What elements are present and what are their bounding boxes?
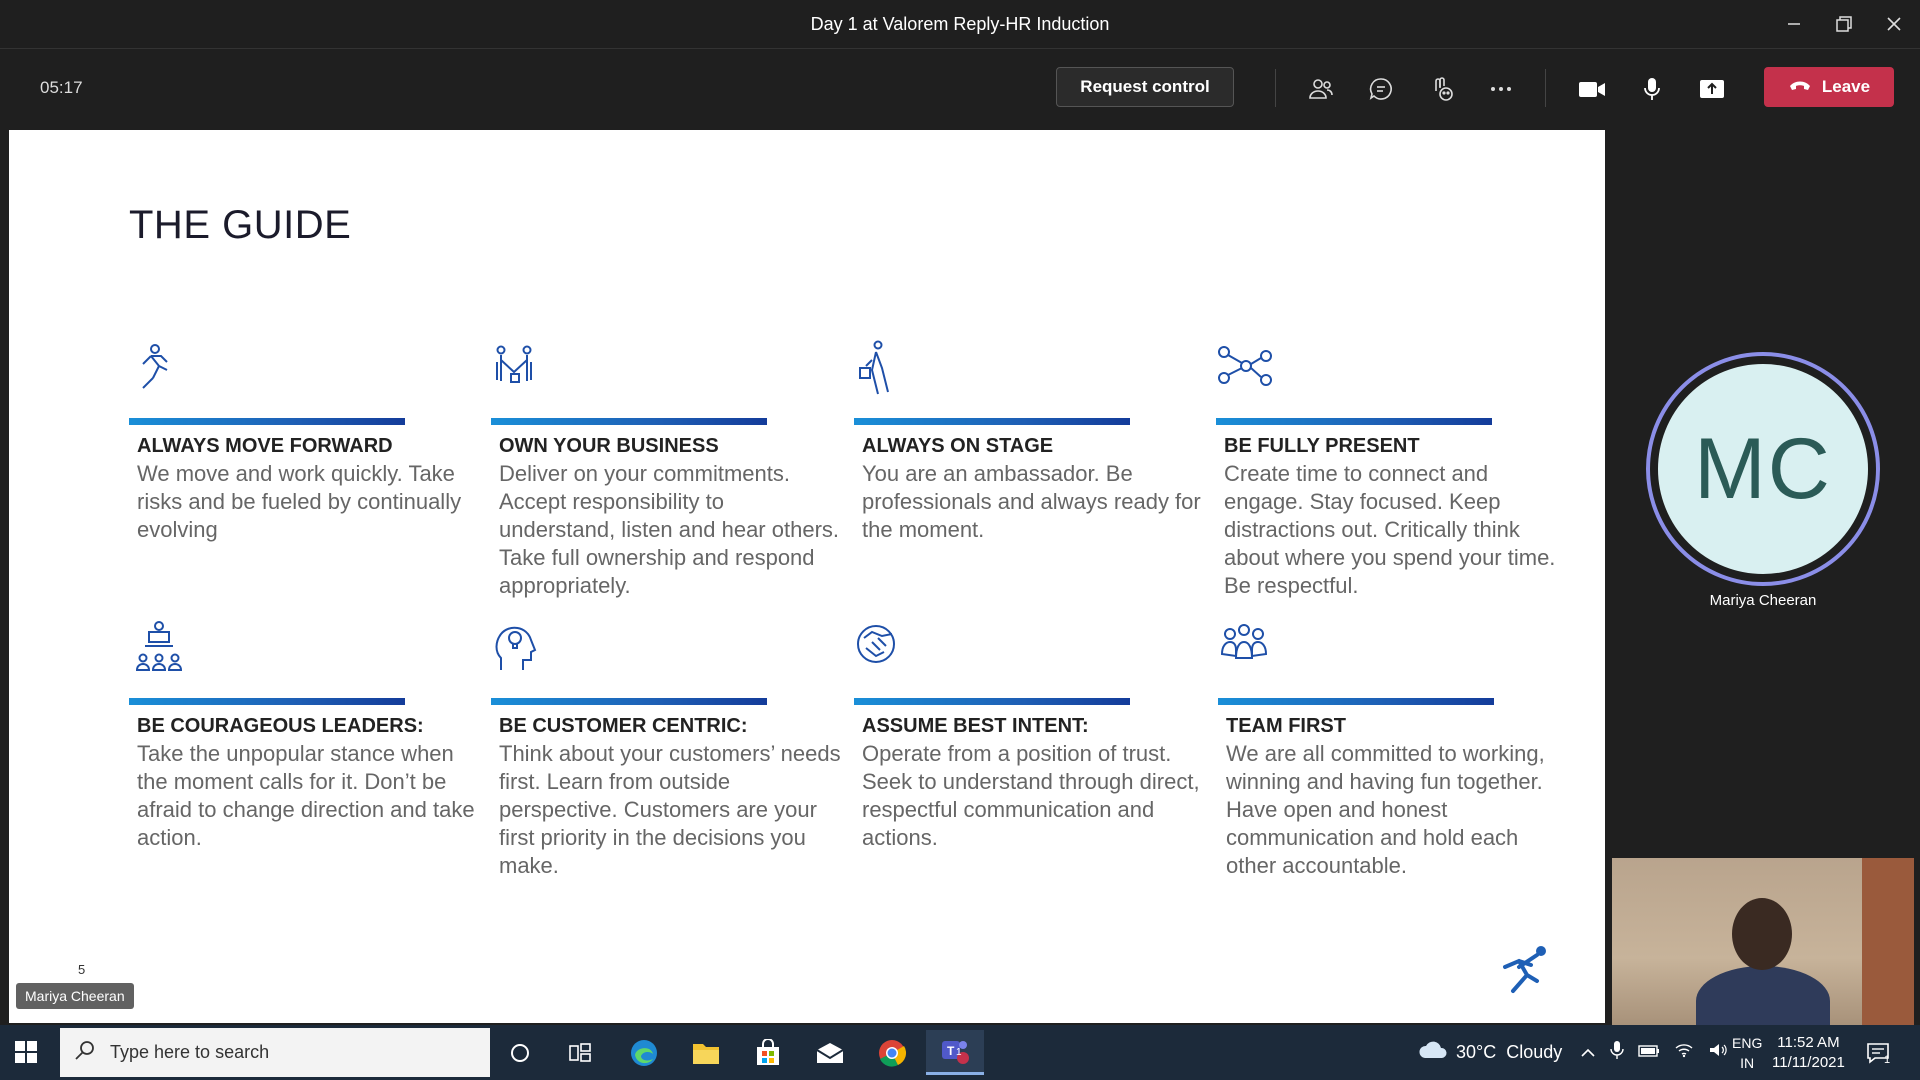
weather-widget[interactable]: 30°C Cloudy: [1418, 1025, 1562, 1080]
card-heading: TEAM FIRST: [1226, 715, 1346, 737]
video-background: [1862, 858, 1914, 1025]
meeting-toolbar: 05:17 Request control Leave: [0, 48, 1920, 128]
team-group-icon: [1218, 620, 1274, 676]
title-bar: Day 1 at Valorem Reply-HR Induction: [0, 0, 1920, 48]
accent-bar: [1216, 418, 1492, 425]
card-heading: ASSUME BEST INTENT:: [862, 715, 1089, 737]
close-icon[interactable]: [1874, 8, 1914, 40]
card-heading: ALWAYS MOVE FORWARD: [137, 435, 393, 457]
accent-bar: [854, 418, 1130, 425]
leader-team-icon: [129, 620, 185, 676]
search-icon: [74, 1039, 96, 1066]
accent-bar: [129, 418, 405, 425]
slide-title: THE GUIDE: [129, 203, 352, 247]
battery-icon[interactable]: [1638, 1042, 1660, 1063]
camera-icon[interactable]: [1574, 71, 1610, 107]
runner-icon: [129, 340, 185, 396]
accent-bar: [491, 418, 767, 425]
mic-tray-icon[interactable]: [1610, 1040, 1624, 1065]
edge-browser-icon[interactable]: [620, 1030, 668, 1075]
people-icon[interactable]: [1303, 71, 1339, 107]
leave-button[interactable]: Leave: [1764, 67, 1894, 107]
card-body: Deliver on your commitments. Accept resp…: [499, 461, 840, 598]
minimize-icon[interactable]: [1774, 8, 1814, 40]
windows-start-icon[interactable]: [14, 1040, 38, 1064]
card-body: Think about your customers’ needs first.…: [499, 741, 841, 878]
cortana-icon[interactable]: [496, 1030, 544, 1075]
self-video-tile[interactable]: [1612, 858, 1914, 1025]
wifi-icon[interactable]: [1674, 1042, 1694, 1063]
notification-center-icon[interactable]: 1: [1866, 1025, 1890, 1080]
card-body: We move and work quickly. Take risks and…: [137, 461, 462, 542]
region-code: IN: [1740, 1055, 1755, 1071]
share-icon[interactable]: [1694, 71, 1730, 107]
meeting-timer: 05:17: [40, 78, 83, 97]
walking-person-icon: [854, 340, 910, 396]
accent-bar: [129, 698, 405, 705]
content-stage: THE GUIDE ALWAYS MOVE FORWARD We move an…: [0, 128, 1920, 1025]
store-icon[interactable]: [744, 1030, 792, 1075]
card-heading: BE CUSTOMER CENTRIC:: [499, 715, 748, 737]
cloud-icon: [1418, 1040, 1448, 1065]
card-heading: BE FULLY PRESENT: [1224, 435, 1420, 457]
window-title: Day 1 at Valorem Reply-HR Induction: [810, 14, 1110, 34]
system-tray: [1580, 1025, 1728, 1080]
chat-icon[interactable]: [1363, 71, 1399, 107]
handshake-people-icon: [491, 340, 547, 396]
card-heading: OWN YOUR BUSINESS: [499, 435, 719, 457]
svg-text:T: T: [947, 1044, 955, 1058]
card-body: Take the unpopular stance when the momen…: [137, 741, 475, 850]
card-body: Operate from a position of trust. Seek t…: [862, 741, 1200, 850]
chevron-up-icon[interactable]: [1580, 1042, 1596, 1063]
accent-bar: [1218, 698, 1494, 705]
participant-avatar: MC: [1654, 360, 1872, 578]
shared-slide: THE GUIDE ALWAYS MOVE FORWARD We move an…: [9, 130, 1605, 1023]
video-person-head: [1732, 898, 1792, 970]
language-indicator[interactable]: ENG IN: [1732, 1033, 1762, 1073]
request-control-button[interactable]: Request control: [1056, 67, 1234, 107]
accent-bar: [491, 698, 767, 705]
video-person: [1696, 966, 1830, 1025]
mail-icon[interactable]: [806, 1030, 854, 1075]
slide-page-number: 5: [78, 962, 86, 977]
search-placeholder: Type here to search: [110, 1042, 270, 1062]
logo-runner-icon: [1499, 945, 1551, 997]
file-explorer-icon[interactable]: [682, 1030, 730, 1075]
card-body: You are an ambassador. Be professionals …: [862, 461, 1201, 542]
head-lightbulb-icon: [491, 620, 547, 676]
clock-time: 11:52 AM: [1777, 1034, 1840, 1051]
speaker-icon[interactable]: [1708, 1042, 1728, 1063]
taskbar-search-box[interactable]: Type here to search: [60, 1028, 490, 1077]
network-nodes-icon: [1216, 340, 1272, 396]
toolbar-divider: [1545, 69, 1546, 107]
teams-badge: 1: [956, 1047, 962, 1058]
restore-icon[interactable]: [1824, 8, 1864, 40]
card-body: We are all committed to working, winning…: [1226, 741, 1545, 878]
toolbar-divider: [1275, 69, 1276, 107]
taskbar-clock[interactable]: 11:52 AM 11/11/2021: [1772, 1033, 1845, 1073]
task-view-icon[interactable]: [556, 1030, 604, 1075]
mic-icon[interactable]: [1634, 71, 1670, 107]
card-heading: ALWAYS ON STAGE: [862, 435, 1054, 457]
handshake-icon: [854, 620, 910, 676]
presenter-name-tag: Mariya Cheeran: [16, 983, 134, 1009]
chrome-icon[interactable]: [868, 1030, 916, 1075]
leave-label: Leave: [1821, 77, 1871, 96]
language-code: ENG: [1732, 1035, 1763, 1051]
clock-date: 11/11/2021: [1772, 1054, 1845, 1071]
card-body: Create time to connect and engage. Stay …: [1224, 461, 1556, 598]
weather-text: 30°C Cloudy: [1456, 1042, 1563, 1062]
participant-avatar-ring[interactable]: MC: [1646, 352, 1880, 586]
notification-count: 1: [1884, 1053, 1891, 1066]
reactions-icon[interactable]: [1423, 71, 1459, 107]
card-heading: BE COURAGEOUS LEADERS:: [137, 715, 424, 737]
phone-hangup-icon: [1788, 77, 1812, 97]
more-icon[interactable]: [1483, 71, 1519, 107]
teams-icon[interactable]: T 1: [926, 1030, 984, 1075]
windows-taskbar: Type here to search T 1 30°C Cloudy ENG: [0, 1025, 1920, 1080]
accent-bar: [854, 698, 1130, 705]
participant-name: Mariya Cheeran: [1709, 592, 1817, 609]
